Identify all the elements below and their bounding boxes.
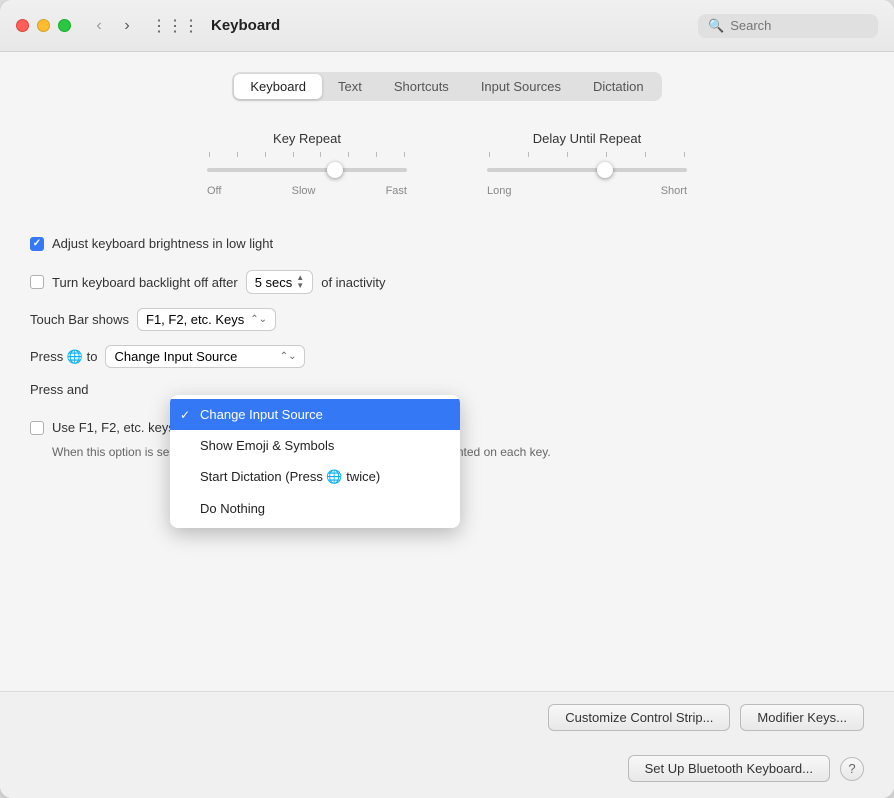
maximize-button[interactable] bbox=[58, 19, 71, 32]
dropdown-item-label: Change Input Source bbox=[200, 407, 323, 422]
minimize-button[interactable] bbox=[37, 19, 50, 32]
dropdown-menu: ✓ Change Input Source Show Emoji & Symbo… bbox=[170, 395, 460, 528]
tabs-container: Keyboard Text Shortcuts Input Sources Di… bbox=[30, 72, 864, 101]
tick bbox=[348, 152, 349, 157]
dropdown-item-label: Show Emoji & Symbols bbox=[200, 438, 334, 453]
delay-long-label: Long bbox=[487, 185, 511, 197]
delay-repeat-track bbox=[487, 152, 687, 177]
titlebar: ‹ › ⋮⋮⋮ Keyboard 🔍 bbox=[0, 0, 894, 52]
tick bbox=[209, 152, 210, 157]
delay-short-label: Short bbox=[661, 185, 687, 197]
backlight-row: Turn keyboard backlight off after 5 secs… bbox=[30, 270, 864, 294]
tab-text[interactable]: Text bbox=[322, 74, 378, 99]
touch-bar-dropdown-icon: ⌃⌄ bbox=[250, 314, 267, 325]
dropdown-item-show-emoji[interactable]: Show Emoji & Symbols bbox=[170, 430, 460, 461]
tab-shortcuts[interactable]: Shortcuts bbox=[378, 74, 465, 99]
key-repeat-input[interactable] bbox=[207, 168, 407, 172]
search-box[interactable]: 🔍 bbox=[698, 14, 878, 38]
help-button[interactable]: ? bbox=[840, 757, 864, 781]
backlight-suffix: of inactivity bbox=[321, 275, 385, 290]
press-globe-dropdown-icon: ⌃⌄ bbox=[280, 351, 297, 362]
key-repeat-ticks bbox=[207, 152, 407, 157]
settings-rows: Adjust keyboard brightness in low light … bbox=[30, 231, 864, 461]
touch-bar-row: Touch Bar shows F1, F2, etc. Keys ⌃⌄ bbox=[30, 308, 864, 331]
dropdown-item-start-dictation[interactable]: Start Dictation (Press 🌐 twice) bbox=[170, 461, 460, 493]
sliders-section: Key Repeat Off S bbox=[30, 121, 864, 207]
press-and-label: Press and bbox=[30, 382, 89, 397]
tick bbox=[376, 152, 377, 157]
tick bbox=[528, 152, 529, 157]
tick bbox=[645, 152, 646, 157]
key-repeat-label: Key Repeat bbox=[273, 131, 341, 146]
tabs: Keyboard Text Shortcuts Input Sources Di… bbox=[232, 72, 661, 101]
delay-repeat-input[interactable] bbox=[487, 168, 687, 172]
press-globe-row: Press 🌐 to Change Input Source ⌃⌄ ✓ Chan… bbox=[30, 345, 864, 368]
traffic-lights bbox=[16, 19, 71, 32]
key-repeat-fast-label: Fast bbox=[386, 185, 407, 197]
touch-bar-value: F1, F2, etc. Keys bbox=[146, 312, 244, 327]
touch-bar-select[interactable]: F1, F2, etc. Keys ⌃⌄ bbox=[137, 308, 276, 331]
key-repeat-off-label: Off bbox=[207, 185, 221, 197]
backlight-checkbox[interactable] bbox=[30, 275, 44, 289]
delay-repeat-label: Delay Until Repeat bbox=[533, 131, 641, 146]
bottom-bar-2: Set Up Bluetooth Keyboard... ? bbox=[0, 743, 894, 798]
key-repeat-slider-group: Key Repeat Off S bbox=[207, 131, 407, 197]
bottom-bar-1: Customize Control Strip... Modifier Keys… bbox=[0, 691, 894, 743]
delay-repeat-labels: Long Short bbox=[487, 185, 687, 197]
delay-repeat-slider-group: Delay Until Repeat Long Short bbox=[487, 131, 687, 197]
tab-keyboard[interactable]: Keyboard bbox=[234, 74, 322, 99]
keyboard-window: ‹ › ⋮⋮⋮ Keyboard 🔍 Keyboard Text Shortcu… bbox=[0, 0, 894, 798]
backlight-label: Turn keyboard backlight off after bbox=[52, 275, 238, 290]
key-repeat-slow-label: Slow bbox=[292, 185, 316, 197]
brightness-row: Adjust keyboard brightness in low light bbox=[30, 236, 864, 251]
tick bbox=[320, 152, 321, 157]
delay-repeat-ticks bbox=[487, 152, 687, 157]
tick bbox=[265, 152, 266, 157]
bluetooth-keyboard-button[interactable]: Set Up Bluetooth Keyboard... bbox=[628, 755, 830, 782]
dropdown-item-change-input[interactable]: ✓ Change Input Source bbox=[170, 399, 460, 430]
back-button[interactable]: ‹ bbox=[87, 14, 111, 38]
window-title: Keyboard bbox=[211, 17, 280, 34]
key-repeat-track bbox=[207, 152, 407, 177]
search-input[interactable] bbox=[730, 18, 868, 33]
forward-button[interactable]: › bbox=[115, 14, 139, 38]
stepper-arrows: ▲ ▼ bbox=[296, 274, 304, 290]
touch-bar-label: Touch Bar shows bbox=[30, 312, 129, 327]
search-icon: 🔍 bbox=[708, 18, 724, 34]
dropdown-item-do-nothing[interactable]: Do Nothing bbox=[170, 493, 460, 524]
key-repeat-labels: Off Slow Fast bbox=[207, 185, 407, 197]
tick bbox=[489, 152, 490, 157]
press-globe-label: Press 🌐 to bbox=[30, 349, 97, 365]
brightness-label: Adjust keyboard brightness in low light bbox=[52, 236, 273, 251]
fn-keys-checkbox[interactable] bbox=[30, 421, 44, 435]
tab-input-sources[interactable]: Input Sources bbox=[465, 74, 577, 99]
customize-strip-button[interactable]: Customize Control Strip... bbox=[548, 704, 730, 731]
press-globe-value: Change Input Source bbox=[114, 349, 237, 364]
tick bbox=[293, 152, 294, 157]
checkmark-icon: ✓ bbox=[180, 408, 190, 422]
tick bbox=[606, 152, 607, 157]
backlight-stepper[interactable]: 5 secs ▲ ▼ bbox=[246, 270, 314, 294]
brightness-checkbox[interactable] bbox=[30, 237, 44, 251]
tab-dictation[interactable]: Dictation bbox=[577, 74, 660, 99]
dropdown-item-label: Start Dictation (Press 🌐 twice) bbox=[200, 469, 380, 485]
press-globe-select[interactable]: Change Input Source ⌃⌄ bbox=[105, 345, 305, 368]
tick bbox=[567, 152, 568, 157]
modifier-keys-button[interactable]: Modifier Keys... bbox=[740, 704, 864, 731]
dropdown-item-label: Do Nothing bbox=[200, 501, 265, 516]
close-button[interactable] bbox=[16, 19, 29, 32]
tick bbox=[404, 152, 405, 157]
nav-arrows: ‹ › bbox=[87, 14, 139, 38]
tick bbox=[684, 152, 685, 157]
tick bbox=[237, 152, 238, 157]
stepper-down-icon: ▼ bbox=[296, 282, 304, 290]
content-area: Keyboard Text Shortcuts Input Sources Di… bbox=[0, 52, 894, 691]
backlight-duration-value: 5 secs bbox=[255, 275, 293, 290]
app-grid-button[interactable]: ⋮⋮⋮ bbox=[147, 12, 203, 40]
